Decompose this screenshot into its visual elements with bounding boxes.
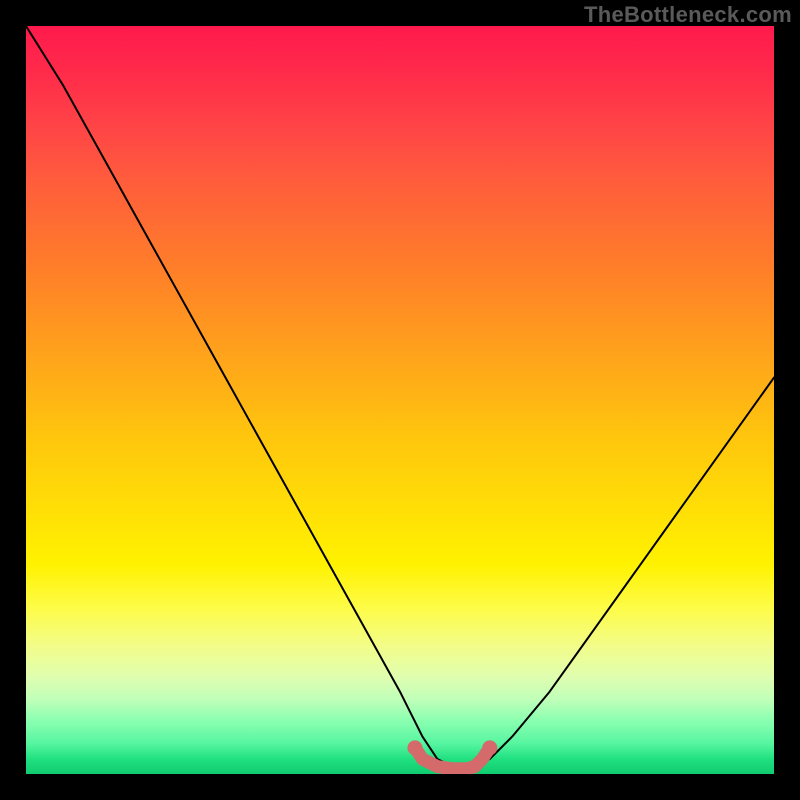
- watermark-text: TheBottleneck.com: [584, 2, 792, 28]
- plot-area: [26, 26, 774, 774]
- chart-frame: TheBottleneck.com: [0, 0, 800, 800]
- curve-highlight: [415, 748, 490, 769]
- highlight-end-dot: [482, 740, 497, 755]
- highlight-start-dot: [407, 740, 422, 755]
- chart-canvas: [26, 26, 774, 774]
- curve-black: [26, 26, 774, 767]
